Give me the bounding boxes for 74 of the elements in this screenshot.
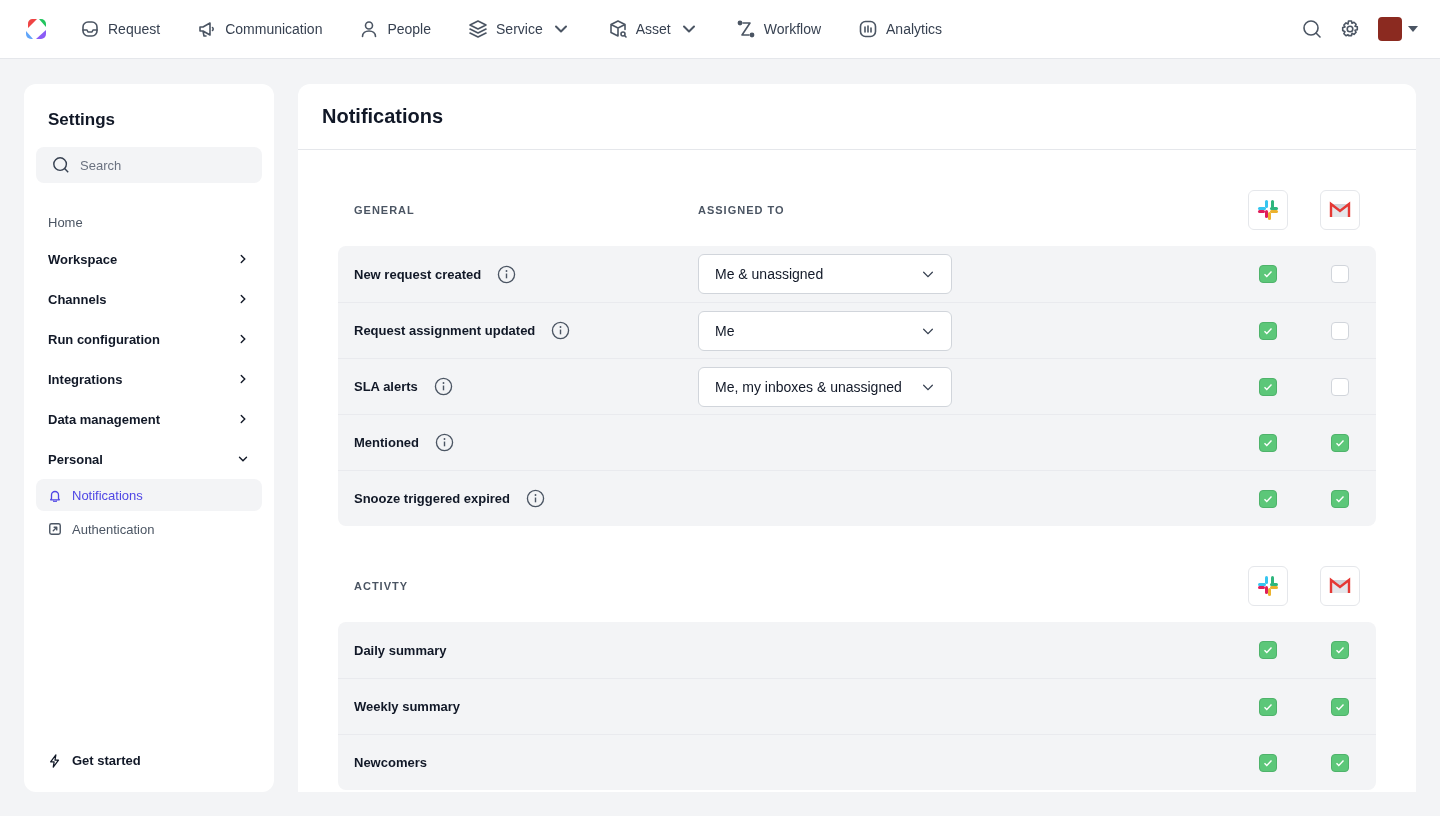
sidebar-item[interactable]: Integrations xyxy=(36,359,262,399)
sidebar-item[interactable]: Home xyxy=(36,205,262,239)
sidebar-item[interactable]: Run configuration xyxy=(36,319,262,359)
logo-icon[interactable] xyxy=(24,17,48,41)
info-icon[interactable] xyxy=(551,321,571,340)
nav-item[interactable]: Request xyxy=(80,19,161,39)
get-started-link[interactable]: Get started xyxy=(36,753,262,768)
checkbox[interactable] xyxy=(1259,697,1277,716)
settings-icon[interactable] xyxy=(1340,19,1360,39)
setting-label: Snooze triggered expired xyxy=(354,491,511,506)
checkbox[interactable] xyxy=(1331,321,1349,340)
info-icon[interactable] xyxy=(435,433,454,452)
chart-icon xyxy=(858,19,879,39)
nav-item[interactable]: Service xyxy=(468,19,571,39)
flow-icon xyxy=(735,19,756,39)
checkbox[interactable] xyxy=(1259,433,1277,452)
setting-label: New request created xyxy=(354,266,482,282)
info-icon[interactable] xyxy=(497,264,517,284)
section-heading: GENERAL xyxy=(354,204,416,216)
sidebar-item[interactable]: Notifications xyxy=(36,479,262,511)
box-icon xyxy=(607,19,628,39)
column-heading: ASSIGNED TO xyxy=(698,204,786,216)
info-icon[interactable] xyxy=(526,489,546,508)
checkmark-icon xyxy=(1262,644,1274,656)
sidebar-item[interactable]: Personal xyxy=(36,439,262,479)
search-field[interactable]: Search xyxy=(36,147,262,183)
section-heading: ACTIVTY xyxy=(354,580,410,592)
setting-label: Mentioned xyxy=(354,435,419,450)
bell-icon xyxy=(48,488,62,502)
checkmark-icon xyxy=(1262,268,1274,280)
checkbox[interactable] xyxy=(1259,377,1277,396)
chat-app-icon xyxy=(1256,574,1280,598)
assignee-dropdown[interactable]: Me, my inboxes & unassigned xyxy=(698,366,952,407)
checkbox[interactable] xyxy=(1331,489,1349,508)
nav-item[interactable]: Workflow xyxy=(735,19,822,39)
sidebar-item[interactable]: Data management xyxy=(36,399,262,439)
lightning-icon xyxy=(48,753,62,768)
sidebar-item[interactable]: Workspace xyxy=(36,239,262,279)
checkbox[interactable] xyxy=(1259,641,1277,659)
setting-label: Weekly summary xyxy=(354,699,460,714)
checkbox[interactable] xyxy=(1331,753,1349,772)
setting-label: Daily summary xyxy=(354,642,447,658)
avatar-placeholder[interactable] xyxy=(1378,17,1402,41)
checkbox[interactable] xyxy=(1331,377,1349,396)
nav-item[interactable]: People xyxy=(359,19,431,39)
checkbox[interactable] xyxy=(1259,489,1277,508)
inbox-icon xyxy=(80,19,100,39)
info-icon[interactable] xyxy=(433,377,453,396)
search-icon[interactable] xyxy=(1302,19,1322,39)
checkmark-icon xyxy=(1334,644,1346,656)
checkbox[interactable] xyxy=(1331,265,1349,283)
caret-icon[interactable] xyxy=(1408,26,1418,32)
search-icon xyxy=(52,156,70,174)
setting-label: Request assignment updated xyxy=(354,323,536,338)
nav-item[interactable]: Communication xyxy=(197,19,323,39)
setting-label: SLA alerts xyxy=(354,379,418,394)
nav-item[interactable]: Asset xyxy=(607,19,699,39)
sidebar-item[interactable]: Channels xyxy=(36,279,262,319)
chat-app-icon xyxy=(1256,198,1280,222)
assignee-dropdown[interactable]: Me & unassigned xyxy=(698,254,952,294)
layers-icon xyxy=(468,19,488,39)
arrow-box-icon xyxy=(48,522,62,536)
checkbox[interactable] xyxy=(1331,433,1349,452)
sidebar-item[interactable]: Authentication xyxy=(36,513,262,545)
checkbox[interactable] xyxy=(1331,697,1349,716)
nav-item[interactable]: Analytics xyxy=(858,19,943,39)
page-title: Notifications xyxy=(322,105,444,128)
checkbox[interactable] xyxy=(1259,753,1277,772)
checkbox[interactable] xyxy=(1259,265,1277,283)
checkbox[interactable] xyxy=(1331,641,1349,659)
sidebar-title: Settings xyxy=(48,110,117,130)
checkbox[interactable] xyxy=(1259,321,1277,340)
assignee-dropdown[interactable]: Me xyxy=(698,310,952,351)
setting-label: Newcomers xyxy=(354,755,427,770)
